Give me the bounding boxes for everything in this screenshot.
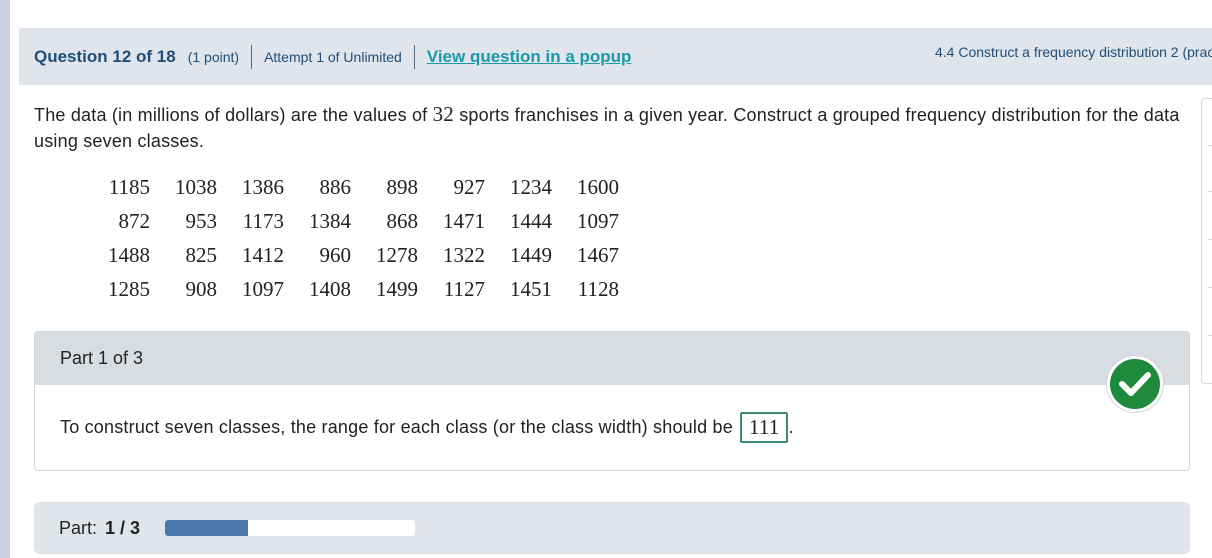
franchise-count: 32 — [432, 102, 454, 126]
data-row: 1185 1038 1386 886 898 927 1234 1600 — [96, 170, 619, 204]
data-value: 1128 — [577, 276, 619, 301]
progress-label: Part: — [59, 517, 98, 538]
view-in-popup-link[interactable]: View question in a popup — [427, 47, 632, 67]
side-panel-divider — [1208, 239, 1212, 240]
data-value: 1097 — [577, 208, 619, 233]
data-value: 1451 — [510, 276, 552, 301]
header-divider — [251, 44, 253, 69]
problem-statement: The data (in millions of dollars) are th… — [34, 101, 1184, 154]
data-values-table: 1185 1038 1386 886 898 927 1234 1600 872 953 1173 1… — [96, 170, 619, 306]
part-prompt: To construct seven classes, the range fo… — [60, 412, 794, 443]
part-progress: Part: 1 / 3 — [34, 502, 1190, 554]
data-value: 1449 — [510, 242, 552, 267]
question-header: Question 12 of 18 (1 point) Attempt 1 of… — [19, 28, 1212, 85]
data-row: 1285 908 1097 1408 1499 1127 1451 1128 — [96, 272, 619, 306]
data-value: 1234 — [510, 174, 552, 199]
header-divider — [413, 44, 415, 69]
data-value: 1467 — [577, 242, 619, 267]
data-value: 872 — [118, 208, 151, 233]
question-title: Question 12 of 18 — [34, 46, 176, 66]
data-value: 1384 — [309, 208, 351, 233]
data-value: 1600 — [577, 174, 619, 199]
data-value: 1173 — [242, 208, 284, 233]
data-value: 1097 — [242, 276, 284, 301]
data-value: 1488 — [108, 242, 150, 267]
data-value: 868 — [386, 208, 419, 233]
topic-title: 4.4 Construct a frequency distribution 2… — [935, 44, 1212, 60]
data-value: 1185 — [108, 174, 150, 199]
side-panel-divider — [1208, 145, 1212, 146]
correct-check-icon — [1107, 356, 1163, 412]
part-prompt-text: To construct seven classes, the range fo… — [60, 417, 733, 437]
data-value: 1038 — [175, 174, 217, 199]
progress-value: 1 / 3 — [105, 517, 141, 538]
progress-fill — [165, 520, 249, 536]
attempt-counter: Attempt 1 of Unlimited — [264, 48, 402, 65]
data-value: 908 — [185, 276, 218, 301]
part-label: Part 1 of 3 — [60, 348, 144, 368]
data-value: 1278 — [376, 242, 418, 267]
side-panel-divider — [1208, 335, 1212, 336]
answer-suffix: . — [788, 417, 794, 437]
progress-track — [165, 520, 416, 536]
side-panel[interactable] — [1201, 98, 1212, 384]
question-points: (1 point) — [187, 48, 240, 65]
data-value: 1412 — [242, 242, 284, 267]
left-rail — [0, 0, 10, 558]
data-value: 1386 — [242, 174, 284, 199]
data-row: 872 953 1173 1384 868 1471 1444 1097 — [96, 204, 620, 238]
data-value: 1408 — [309, 276, 351, 301]
data-value: 1127 — [443, 276, 485, 301]
part-card: Part 1 of 3 To construct seven classes, … — [34, 331, 1190, 471]
data-value: 953 — [185, 208, 218, 233]
data-value: 1444 — [510, 208, 552, 233]
data-value: 1499 — [376, 276, 418, 301]
side-panel-divider — [1208, 287, 1212, 288]
data-value: 1285 — [108, 276, 150, 301]
class-width-answer-field[interactable]: 111 — [739, 412, 789, 443]
data-value: 1322 — [443, 242, 485, 267]
data-value: 1471 — [443, 208, 485, 233]
side-panel-divider — [1208, 191, 1212, 192]
data-value: 927 — [453, 174, 486, 199]
part-header: Part 1 of 3 — [35, 332, 1189, 385]
data-value: 898 — [386, 174, 419, 199]
data-value: 886 — [319, 174, 352, 199]
problem-text-before: The data (in millions of dollars) are th… — [34, 105, 433, 125]
data-row: 1488 825 1412 960 1278 1322 1449 1467 — [96, 238, 619, 272]
data-value: 825 — [185, 242, 218, 267]
data-value: 960 — [319, 242, 352, 267]
